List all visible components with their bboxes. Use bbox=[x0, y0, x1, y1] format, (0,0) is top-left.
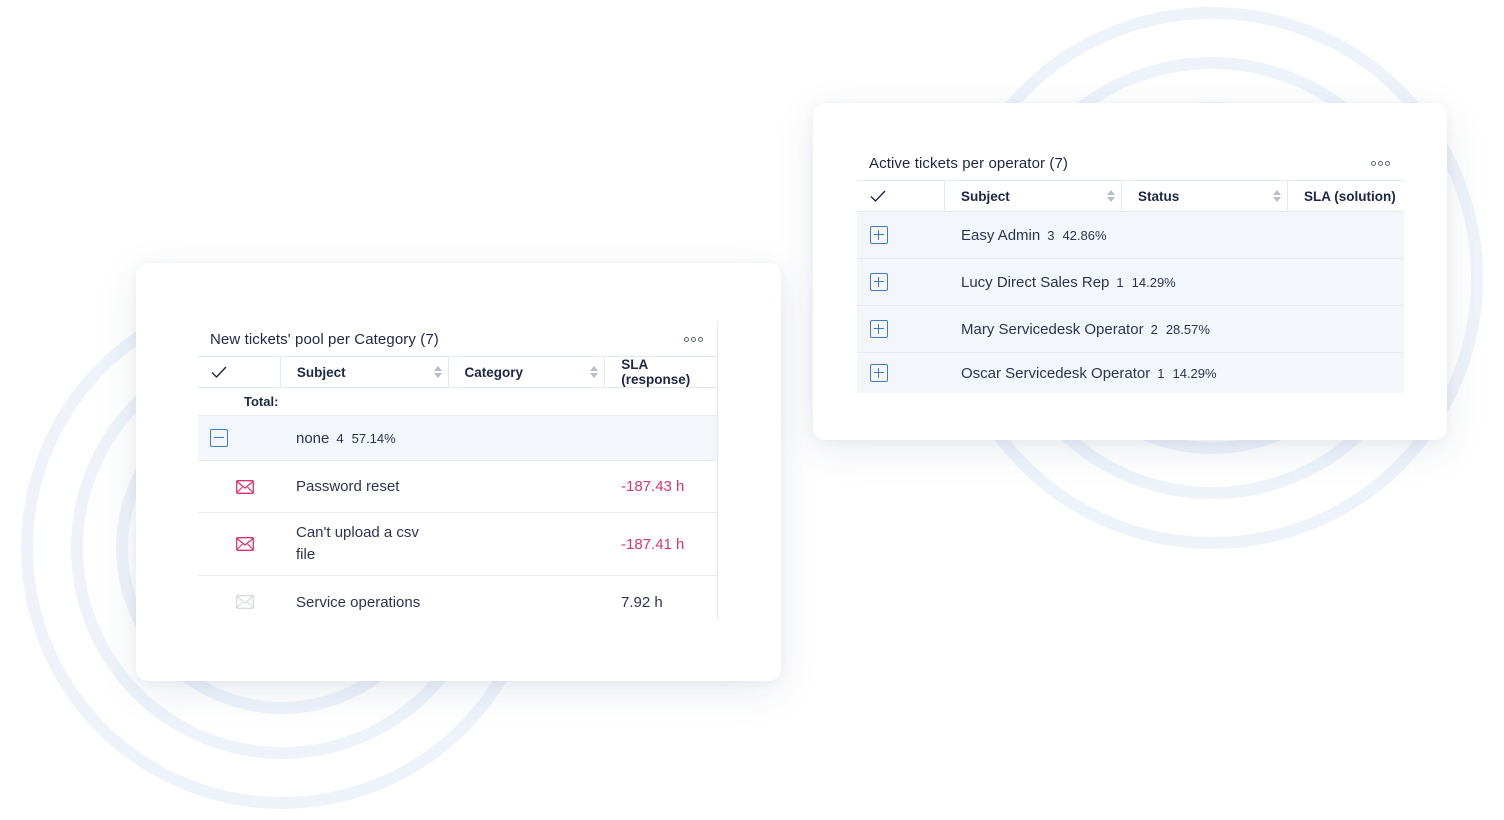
group-count: 1 bbox=[1157, 365, 1165, 381]
column-label: Subject bbox=[961, 188, 1010, 204]
group-percent: 14.29% bbox=[1172, 365, 1217, 381]
mail-icon bbox=[236, 479, 254, 494]
total-row: Total: bbox=[198, 388, 717, 416]
row-subject: Service operations bbox=[296, 593, 421, 611]
group-count: 1 bbox=[1116, 274, 1124, 290]
group-name: Mary Servicedesk Operator bbox=[961, 320, 1144, 338]
group-percent: 57.14% bbox=[351, 430, 396, 446]
expand-icon[interactable] bbox=[870, 226, 888, 244]
group-percent: 14.29% bbox=[1131, 274, 1176, 290]
group-row[interactable]: none 4 57.14% bbox=[198, 416, 717, 461]
group-row[interactable]: Lucy Direct Sales Rep 1 14.29% bbox=[857, 259, 1404, 306]
row-subject: Can't upload a csv file bbox=[296, 524, 419, 563]
widget-title: Active tickets per operator (7) bbox=[869, 155, 1069, 172]
sort-icon[interactable] bbox=[1273, 190, 1281, 202]
group-count: 3 bbox=[1047, 227, 1055, 243]
table-header: Subject Status SLA (solution) bbox=[857, 180, 1404, 212]
column-header-category[interactable]: Category bbox=[447, 357, 605, 387]
mail-icon bbox=[236, 537, 254, 551]
column-header-sla-response[interactable]: SLA (response) bbox=[604, 357, 717, 387]
select-all-column[interactable] bbox=[198, 357, 280, 387]
select-all-column[interactable] bbox=[857, 181, 944, 211]
sort-icon[interactable] bbox=[590, 366, 599, 378]
column-label: Status bbox=[1138, 188, 1180, 204]
group-count: 4 bbox=[336, 430, 344, 446]
row-sla: -187.41 h bbox=[621, 535, 685, 553]
check-icon bbox=[870, 190, 886, 203]
group-row[interactable]: Mary Servicedesk Operator 2 28.57% bbox=[857, 306, 1404, 353]
widget-title: New tickets' pool per Category (7) bbox=[210, 331, 439, 348]
expand-icon[interactable] bbox=[870, 320, 888, 338]
sort-icon[interactable] bbox=[433, 366, 442, 378]
row-subject: Password reset bbox=[296, 478, 400, 495]
column-header-subject[interactable]: Subject bbox=[279, 357, 448, 387]
column-header-sla-solution[interactable]: SLA (solution) bbox=[1287, 181, 1404, 211]
table-row[interactable]: Service operations 7.92 h bbox=[198, 576, 717, 619]
new-tickets-card: New tickets' pool per Category (7) Subje… bbox=[136, 263, 781, 681]
total-label: Total: bbox=[244, 394, 279, 409]
table-header: Subject Category SLA (response) bbox=[198, 356, 717, 388]
group-percent: 28.57% bbox=[1165, 321, 1210, 337]
row-sla: -187.43 h bbox=[621, 478, 685, 495]
column-header-subject[interactable]: Subject bbox=[944, 181, 1121, 211]
group-name: Oscar Servicedesk Operator bbox=[961, 364, 1151, 382]
row-sla: 7.92 h bbox=[621, 593, 663, 611]
group-name: Easy Admin bbox=[961, 226, 1041, 244]
table-row[interactable]: Can't upload a csv file -187.41 h bbox=[198, 513, 717, 576]
more-icon[interactable] bbox=[684, 337, 703, 342]
active-tickets-widget: Active tickets per operator (7) Subject … bbox=[857, 147, 1404, 396]
sort-icon[interactable] bbox=[1107, 190, 1115, 202]
column-label: Category bbox=[464, 364, 524, 380]
group-percent: 42.86% bbox=[1062, 227, 1107, 243]
collapse-icon[interactable] bbox=[210, 429, 228, 447]
expand-icon[interactable] bbox=[870, 364, 888, 382]
column-label: SLA (solution) bbox=[1304, 188, 1396, 204]
column-label: Subject bbox=[296, 364, 346, 380]
mail-icon bbox=[236, 595, 254, 609]
widget-header: New tickets' pool per Category (7) bbox=[198, 323, 717, 356]
new-tickets-widget: New tickets' pool per Category (7) Subje… bbox=[198, 323, 718, 619]
active-tickets-card: Active tickets per operator (7) Subject … bbox=[813, 103, 1447, 440]
expand-icon[interactable] bbox=[870, 273, 888, 291]
column-label: SLA (response) bbox=[621, 357, 691, 387]
group-name: none bbox=[296, 429, 330, 447]
group-count: 2 bbox=[1150, 321, 1158, 337]
check-icon bbox=[211, 366, 227, 379]
group-name: Lucy Direct Sales Rep bbox=[961, 273, 1110, 291]
table-row[interactable]: Password reset -187.43 h bbox=[198, 461, 717, 513]
column-header-status[interactable]: Status bbox=[1121, 181, 1287, 211]
group-row[interactable]: Easy Admin 3 42.86% bbox=[857, 212, 1404, 259]
widget-header: Active tickets per operator (7) bbox=[857, 147, 1404, 180]
more-icon[interactable] bbox=[1371, 161, 1390, 166]
group-row[interactable]: Oscar Servicedesk Operator 1 14.29% bbox=[857, 353, 1404, 393]
